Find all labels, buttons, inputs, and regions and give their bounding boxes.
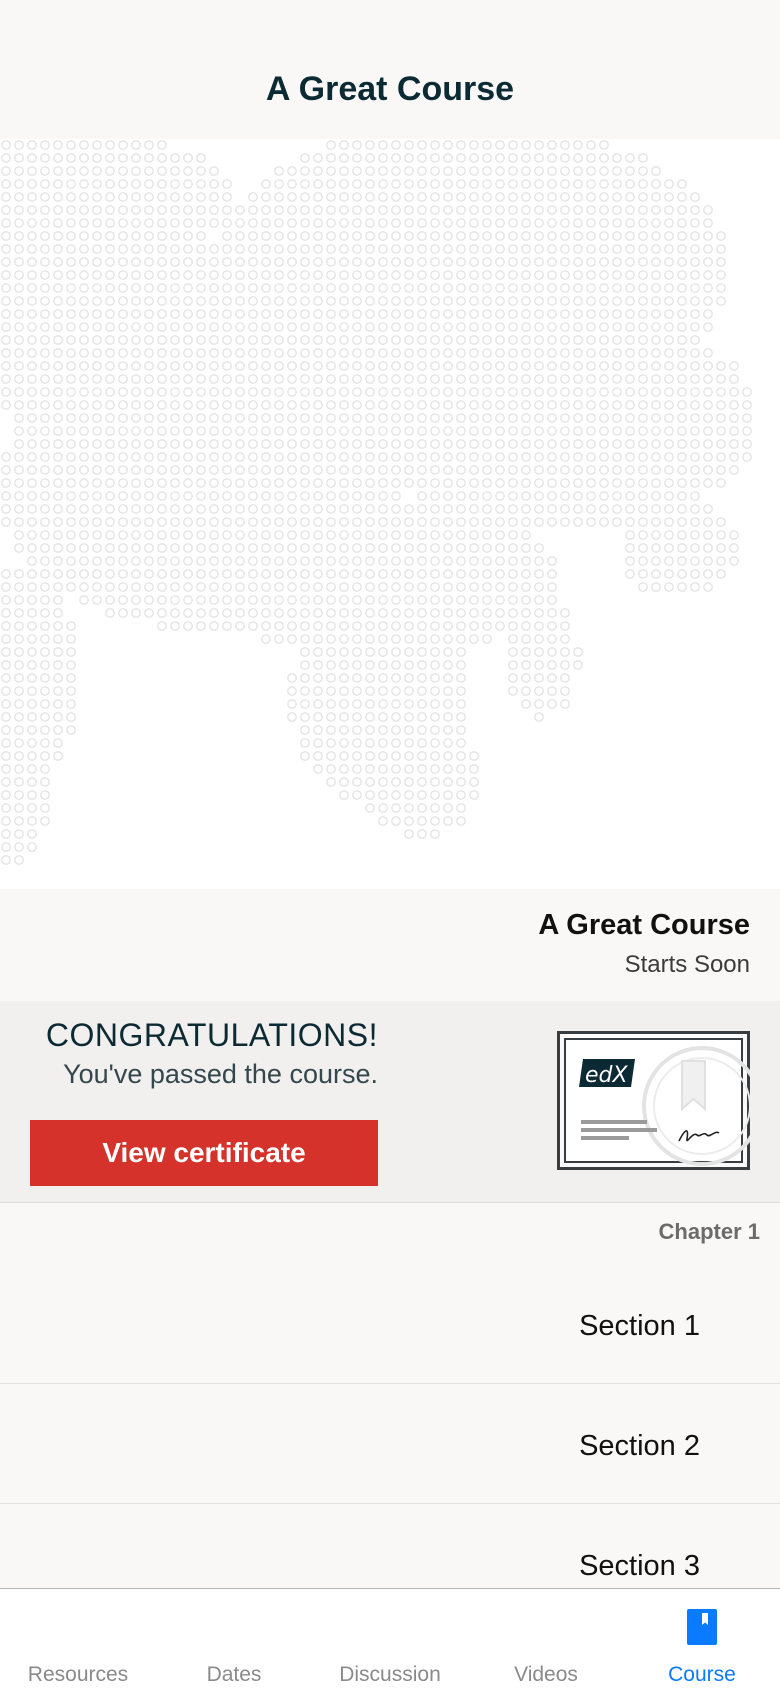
tab-dates[interactable]: Dates — [156, 1589, 312, 1689]
tab-label: Videos — [514, 1663, 578, 1686]
congratulations-title: CONGRATULATIONS! — [45, 1017, 378, 1053]
passed-message: You've passed the course. — [63, 1059, 378, 1089]
tab-course[interactable]: Course — [624, 1589, 780, 1689]
page-title: A Great Course — [265, 70, 515, 108]
certificate-thumbnail[interactable]: edX — [557, 1031, 750, 1170]
bookmark-icon — [687, 1609, 717, 1645]
course-name: A Great Course — [538, 909, 750, 941]
section-row-3[interactable]: Section 3 — [0, 1504, 780, 1588]
course-info-header: A Great Course Starts Soon — [0, 889, 780, 1001]
tab-discussion[interactable]: Discussion — [312, 1589, 468, 1689]
view-certificate-button[interactable]: View certificate — [30, 1120, 378, 1186]
section-row-1[interactable]: Section 1 — [0, 1264, 780, 1384]
section-row-2[interactable]: Section 2 — [0, 1384, 780, 1504]
tab-label: Discussion — [339, 1663, 441, 1686]
svg-text:edX: edX — [585, 1063, 629, 1088]
navigation-bar: A Great Course — [0, 0, 780, 139]
edx-logo: edX — [579, 1059, 635, 1088]
section-label: Section 1 — [579, 1310, 700, 1342]
tab-resources[interactable]: Resources — [0, 1589, 156, 1689]
section-label: Section 2 — [579, 1430, 700, 1462]
tab-label: Resources — [27, 1663, 129, 1686]
course-start-status: Starts Soon — [624, 951, 750, 978]
tab-videos[interactable]: Videos — [468, 1589, 624, 1689]
course-hero-image — [0, 139, 780, 889]
course-outline: Chapter 1 Section 1 Section 2 Section 3 — [0, 1203, 780, 1588]
certificate-banner: CONGRATULATIONS! You've passed the cours… — [0, 1001, 780, 1203]
chapter-header: Chapter 1 — [658, 1219, 760, 1244]
tab-label: Course — [668, 1663, 736, 1686]
bottom-tab-bar: Resources Dates Discussion Videos Course — [0, 1588, 780, 1689]
tab-label: Dates — [206, 1663, 262, 1686]
section-label: Section 3 — [579, 1550, 700, 1582]
world-map-image — [1, 140, 752, 865]
